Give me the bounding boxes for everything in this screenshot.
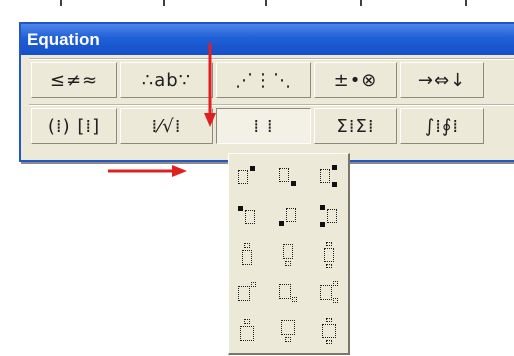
spaces-ellipses-label: ∴ab∵ xyxy=(141,69,192,91)
doc-mark xyxy=(163,0,165,6)
over-script-icon xyxy=(236,242,258,268)
embellishments-label: ⋰⋮⋱ xyxy=(235,69,292,91)
integral-templates-button[interactable]: ∫⁞∮⁞ xyxy=(400,108,484,144)
arrow-symbols-label: →⇔↓ xyxy=(417,69,467,91)
summation-templates-label: Σ⁞Σ⁞ xyxy=(336,115,375,137)
subscript-superscript-palette xyxy=(228,153,350,355)
sub-superscript-right-template[interactable] xyxy=(314,162,344,192)
superscript-small-icon xyxy=(236,280,258,306)
superscript-right-template[interactable] xyxy=(232,162,262,192)
subscript-right-icon xyxy=(277,164,299,190)
fraction-radical-templates-label: ⁞⁄√⁞ xyxy=(151,115,182,137)
sub-superscript-left-template[interactable] xyxy=(314,202,344,232)
over-under-script-template[interactable] xyxy=(314,240,344,270)
superscript-right-icon xyxy=(236,164,258,190)
equation-toolbar-window: Equation ≤≠≈ ∴ab∵ ⋰⋮⋱ ±•⊗ →⇔↓ (⁞) [⁞] ⁞⁄… xyxy=(19,22,514,162)
operator-symbols-button[interactable]: ±•⊗ xyxy=(314,62,397,98)
superscript-left-icon xyxy=(236,204,258,230)
sub-superscript-left-icon xyxy=(318,204,340,230)
over-script-small-template[interactable] xyxy=(232,316,262,346)
subscript-superscript-templates-label: ⁞ ⁞ xyxy=(253,115,274,137)
document-marks xyxy=(0,0,514,14)
toolbar-row-templates: (⁞) [⁞] ⁞⁄√⁞ ⁞ ⁞ Σ⁞Σ⁞ ∫⁞∮⁞ xyxy=(31,108,487,146)
arrow-symbols-button[interactable]: →⇔↓ xyxy=(400,62,484,98)
integral-templates-label: ∫⁞∮⁞ xyxy=(424,115,460,137)
under-script-small-icon xyxy=(277,318,299,344)
operator-symbols-label: ±•⊗ xyxy=(333,69,378,91)
under-script-small-template[interactable] xyxy=(273,316,303,346)
spaces-ellipses-button[interactable]: ∴ab∵ xyxy=(120,62,213,98)
over-under-script-small-template[interactable] xyxy=(314,316,344,346)
row-divider xyxy=(29,104,514,106)
over-under-script-small-icon xyxy=(318,318,340,344)
title-bar[interactable]: Equation xyxy=(21,24,514,55)
relational-symbols-button[interactable]: ≤≠≈ xyxy=(31,62,117,98)
subscript-left-template[interactable] xyxy=(273,202,303,232)
fraction-radical-templates-button[interactable]: ⁞⁄√⁞ xyxy=(120,108,213,144)
summation-templates-button[interactable]: Σ⁞Σ⁞ xyxy=(314,108,397,144)
superscript-left-template[interactable] xyxy=(232,202,262,232)
over-script-template[interactable] xyxy=(232,240,262,270)
over-script-small-icon xyxy=(236,318,258,344)
subscript-small-icon xyxy=(277,280,299,306)
over-under-script-icon xyxy=(318,242,340,268)
doc-mark xyxy=(265,0,267,6)
embellishments-button[interactable]: ⋰⋮⋱ xyxy=(216,62,311,98)
doc-mark xyxy=(60,0,62,6)
toolbar-row-symbols: ≤≠≈ ∴ab∵ ⋰⋮⋱ ±•⊗ →⇔↓ xyxy=(31,62,487,100)
under-script-template[interactable] xyxy=(273,240,303,270)
subscript-left-icon xyxy=(277,204,299,230)
subscript-small-template[interactable] xyxy=(273,278,303,308)
sub-superscript-right-icon xyxy=(318,164,340,190)
doc-mark xyxy=(465,0,467,6)
row-divider xyxy=(29,58,514,60)
subscript-superscript-templates-button[interactable]: ⁞ ⁞ xyxy=(216,108,311,144)
fence-templates-label: (⁞) [⁞] xyxy=(47,115,101,137)
annotation-arrow-right-icon xyxy=(108,165,187,177)
doc-mark xyxy=(360,0,362,6)
sub-superscript-small-icon xyxy=(318,280,340,306)
annotation-arrow-down-icon xyxy=(204,43,216,127)
sub-superscript-small-template[interactable] xyxy=(314,278,344,308)
under-script-icon xyxy=(277,242,299,268)
relational-symbols-label: ≤≠≈ xyxy=(49,69,99,91)
fence-templates-button[interactable]: (⁞) [⁞] xyxy=(31,108,117,144)
subscript-right-template[interactable] xyxy=(273,162,303,192)
superscript-small-template[interactable] xyxy=(232,278,262,308)
window-title: Equation xyxy=(27,30,100,49)
